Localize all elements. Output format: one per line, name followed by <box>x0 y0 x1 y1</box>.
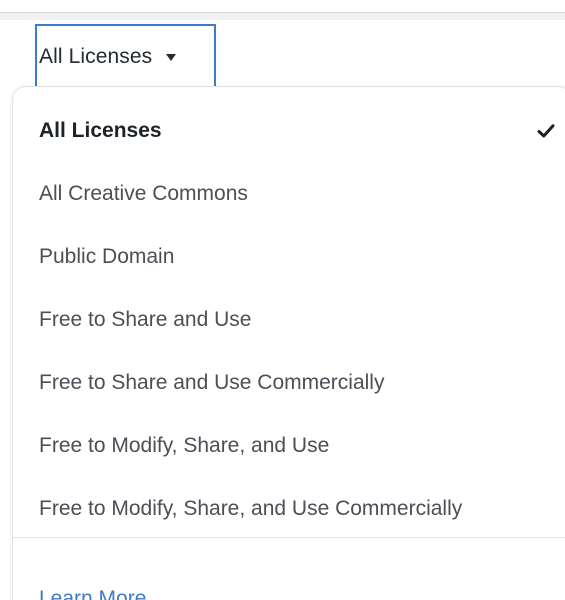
toolbar-strip <box>0 12 565 20</box>
license-filter-panel: All Licenses All Licenses All Creative C… <box>0 0 565 600</box>
menu-divider <box>13 537 565 538</box>
menu-item-all-creative-commons[interactable]: All Creative Commons <box>39 174 559 214</box>
learn-more-link[interactable]: Learn More <box>39 587 146 600</box>
menu-item-label: All Creative Commons <box>39 182 248 205</box>
menu-item-free-to-modify-share-and-use[interactable]: Free to Modify, Share, and Use <box>39 426 559 466</box>
license-menu: All Licenses All Creative Commons Public… <box>12 86 565 600</box>
menu-item-free-to-share-and-use-commercially[interactable]: Free to Share and Use Commercially <box>39 363 559 403</box>
license-filter-selected-label: All Licenses <box>39 45 153 68</box>
menu-item-public-domain[interactable]: Public Domain <box>39 237 559 277</box>
menu-item-free-to-share-and-use[interactable]: Free to Share and Use <box>39 300 559 340</box>
menu-item-label: All Licenses <box>39 119 162 142</box>
menu-item-label: Free to Share and Use <box>39 308 252 331</box>
menu-item-all-licenses[interactable]: All Licenses <box>39 111 559 151</box>
menu-item-label: Free to Modify, Share, and Use Commercia… <box>39 497 463 520</box>
license-filter-dropdown[interactable]: All Licenses <box>35 24 216 88</box>
menu-item-free-to-modify-share-and-use-commercially[interactable]: Free to Modify, Share, and Use Commercia… <box>39 489 559 529</box>
menu-item-label: Free to Modify, Share, and Use <box>39 434 330 457</box>
menu-item-label: Free to Share and Use Commercially <box>39 371 385 394</box>
menu-item-label: Public Domain <box>39 245 175 268</box>
checkmark-icon <box>537 124 555 138</box>
caret-down-icon <box>166 53 177 61</box>
